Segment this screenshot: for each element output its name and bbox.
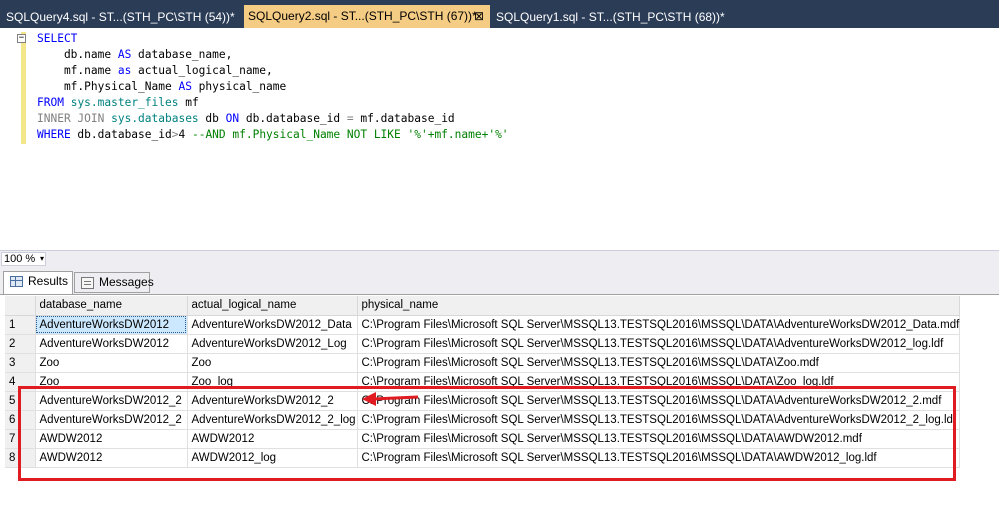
messages-icon [81, 277, 94, 289]
tab-messages-label: Messages [99, 275, 154, 289]
code-token: = [346, 112, 354, 125]
code-token: ON [225, 112, 240, 125]
column-header-database-name[interactable]: database_name [35, 296, 188, 316]
code-token: as [117, 64, 132, 77]
zoom-bar: 100 % ▾ [0, 250, 999, 267]
code-line[interactable]: INNER JOIN sys.databases db ON db.databa… [37, 111, 509, 127]
tab-sqlquery4[interactable]: SQLQuery4.sql - ST...(STH_PC\STH (54))* [2, 6, 242, 28]
column-header-actual-logical-name[interactable]: actual_logical_name [187, 296, 358, 316]
code-token: AS [178, 80, 192, 93]
tab-sqlquery1[interactable]: SQLQuery1.sql - ST...(STH_PC\STH (68))* [492, 6, 732, 28]
code-token: db.database_id [70, 128, 172, 141]
row-number[interactable]: 2 [5, 334, 36, 354]
tab-messages[interactable]: Messages [74, 272, 154, 293]
code-line[interactable]: WHERE db.database_id>4 --AND mf.Physical… [37, 127, 509, 143]
editor-gutter [0, 28, 18, 250]
grid-cell[interactable]: Zoo [187, 353, 358, 373]
row-number[interactable]: 3 [5, 353, 36, 373]
code-token: --AND mf.Physical_Name NOT LIKE '%'+mf.n… [191, 128, 509, 141]
zoom-select[interactable]: 100 % ▾ [1, 252, 46, 266]
close-icon[interactable]: ⊠ [474, 5, 484, 27]
code-token: sys.master_files [70, 96, 179, 109]
code-token: WHERE [37, 128, 71, 141]
code-token: SELECT [37, 32, 78, 45]
tab-sqlquery2[interactable]: SQLQuery2.sql - ST...(STH_PC\STH (67))* … [244, 5, 490, 28]
row-number[interactable]: 1 [5, 315, 36, 335]
code-token: mf.database_id [353, 112, 455, 125]
code-token: mf.name [37, 64, 118, 77]
code-line[interactable]: mf.Physical_Name AS physical_name [37, 79, 509, 95]
sql-code[interactable]: SELECT db.name AS database_name, mf.name… [37, 31, 509, 143]
result-tabs: Results Messages [0, 267, 999, 294]
code-token: AS [117, 48, 132, 61]
grid-cell[interactable]: AdventureWorksDW2012 [35, 334, 188, 354]
column-header-physical-name[interactable]: physical_name [357, 296, 961, 316]
code-token: physical_name [191, 80, 287, 93]
tab-results[interactable]: Results [3, 271, 73, 294]
code-line[interactable]: mf.name as actual_logical_name, [37, 63, 509, 79]
code-token: mf [178, 96, 199, 109]
code-token: db [198, 112, 226, 125]
code-token: INNER JOIN [37, 112, 105, 125]
code-token: database_name, [131, 48, 233, 61]
zoom-value: 100 % [4, 253, 36, 265]
tab-results-label: Results [28, 274, 69, 288]
tab-label: SQLQuery4.sql - ST...(STH_PC\STH (54))* [6, 10, 235, 24]
code-token: sys.databases [111, 112, 199, 125]
grid-cell[interactable]: AdventureWorksDW2012_Data [187, 315, 358, 335]
collapse-icon[interactable]: − [17, 34, 26, 43]
annotation-highlight-box [18, 386, 956, 481]
chevron-down-icon[interactable]: ▾ [40, 253, 44, 265]
grid-cell[interactable]: C:\Program Files\Microsoft SQL Server\MS… [357, 353, 961, 373]
table-row[interactable]: 2 AdventureWorksDW2012 AdventureWorksDW201… [5, 334, 961, 354]
grid-cell[interactable]: C:\Program Files\Microsoft SQL Server\MS… [357, 315, 961, 335]
table-row[interactable]: 1 AdventureWorksDW2012 AdventureWorksDW201… [5, 315, 961, 335]
grid-cell[interactable]: AdventureWorksDW2012_Log [187, 334, 358, 354]
code-token: 4 [178, 128, 192, 141]
grid-cell[interactable]: AdventureWorksDW2012 [35, 315, 188, 335]
grid-header-row: database_name actual_logical_name physic… [5, 296, 961, 316]
code-token: FROM [37, 96, 64, 109]
code-line[interactable]: db.name AS database_name, [37, 47, 509, 63]
grid-icon [10, 276, 23, 287]
code-token: mf.Physical_Name [37, 80, 179, 93]
grid-header-corner[interactable] [5, 296, 36, 316]
grid-cell[interactable]: C:\Program Files\Microsoft SQL Server\MS… [357, 334, 961, 354]
table-row[interactable]: 3 Zoo Zoo C:\Program Files\Microsoft SQL Se… [5, 353, 961, 373]
query-editor[interactable]: − SELECT db.name AS database_name, mf.na… [0, 28, 999, 250]
code-token: actual_logical_name, [131, 64, 273, 77]
tab-label: SQLQuery1.sql - ST...(STH_PC\STH (68))* [496, 10, 725, 24]
document-tab-strip: SQLQuery4.sql - ST...(STH_PC\STH (54))* … [0, 0, 999, 28]
code-token: db.database_id [239, 112, 347, 125]
grid-cell[interactable]: Zoo [35, 353, 188, 373]
change-indicator [21, 32, 26, 144]
code-line[interactable]: FROM sys.master_files mf [37, 95, 509, 111]
tab-label: SQLQuery2.sql - ST...(STH_PC\STH (67))* [248, 9, 477, 23]
code-token: db.name [37, 48, 118, 61]
code-line[interactable]: SELECT [37, 31, 509, 47]
annotation-arrow-icon [362, 392, 419, 406]
